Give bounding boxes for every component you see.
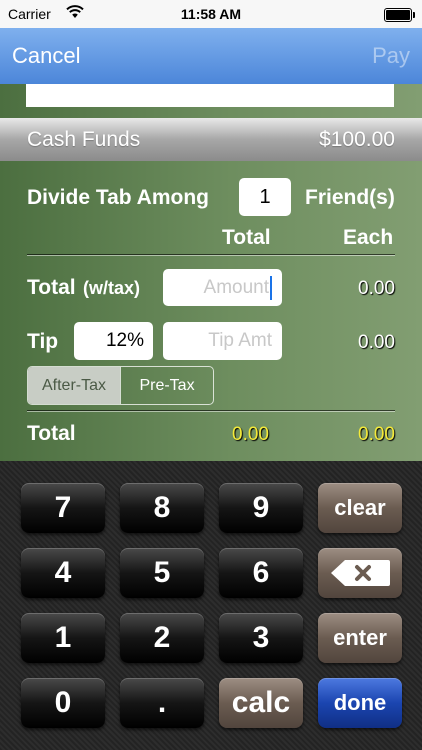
key-8[interactable]: 8	[120, 483, 204, 533]
grand-total-each-value: 0.00	[358, 424, 395, 445]
cash-funds-label: Cash Funds	[27, 128, 141, 151]
key-3[interactable]: 3	[219, 613, 303, 663]
friend-count-field[interactable]: 1	[239, 178, 291, 216]
divider	[27, 410, 395, 411]
after-tax-option[interactable]: After-Tax	[28, 367, 120, 404]
backspace-icon	[331, 560, 390, 586]
backspace-button[interactable]	[318, 548, 402, 598]
key-9[interactable]: 9	[219, 483, 303, 533]
key-5[interactable]: 5	[120, 548, 204, 598]
clear-button[interactable]: clear	[318, 483, 402, 533]
wtax-suffix-label: (w/tax)	[83, 278, 141, 298]
friends-suffix-label: Friend(s)	[305, 186, 395, 209]
text-cursor	[270, 275, 272, 300]
pay-button[interactable]: Pay	[372, 43, 410, 69]
key-1[interactable]: 1	[21, 613, 105, 663]
key-0[interactable]: 0	[21, 678, 105, 728]
tax-mode-segmented-control[interactable]: After-Tax Pre-Tax	[27, 366, 214, 405]
enter-button[interactable]: enter	[318, 613, 402, 663]
divide-tab-label: Divide Tab Among	[27, 186, 210, 209]
divider	[27, 254, 395, 255]
cancel-button[interactable]: Cancel	[12, 43, 80, 69]
key-4[interactable]: 4	[21, 548, 105, 598]
grand-total-value: 0.00	[232, 424, 269, 445]
cash-funds-value: $100.00	[319, 128, 395, 151]
total-column-header: Total	[222, 226, 271, 249]
total-wtax-label: Total	[27, 276, 76, 299]
calc-button[interactable]: calc	[219, 678, 303, 728]
key-2[interactable]: 2	[120, 613, 204, 663]
description-field[interactable]	[26, 84, 394, 107]
nav-bar: Cancel Pay	[0, 28, 422, 84]
grand-total-label: Total	[27, 422, 76, 445]
total-each-value: 0.00	[358, 278, 395, 299]
tip-each-value: 0.00	[358, 332, 395, 353]
tip-amount-field[interactable]: Tip Amt	[163, 322, 282, 360]
key-decimal[interactable]: .	[120, 678, 204, 728]
amount-field[interactable]: Amount	[163, 269, 282, 306]
battery-icon	[384, 8, 415, 22]
tip-percent-field[interactable]: 12%	[74, 322, 153, 360]
status-bar: Carrier 11:58 AM	[0, 0, 422, 28]
key-7[interactable]: 7	[21, 483, 105, 533]
keypad: 7 8 9 clear 4 5 6 1 2 3 enter 0 . calc d…	[0, 461, 422, 750]
done-button[interactable]: done	[318, 678, 402, 728]
pre-tax-option[interactable]: Pre-Tax	[120, 367, 213, 404]
amount-placeholder: Amount	[203, 277, 269, 298]
clock: 11:58 AM	[180, 6, 242, 22]
tip-label: Tip	[27, 330, 59, 353]
key-6[interactable]: 6	[219, 548, 303, 598]
cash-funds-bar: Cash Funds $100.00	[0, 118, 422, 161]
each-column-header: Each	[343, 226, 394, 249]
